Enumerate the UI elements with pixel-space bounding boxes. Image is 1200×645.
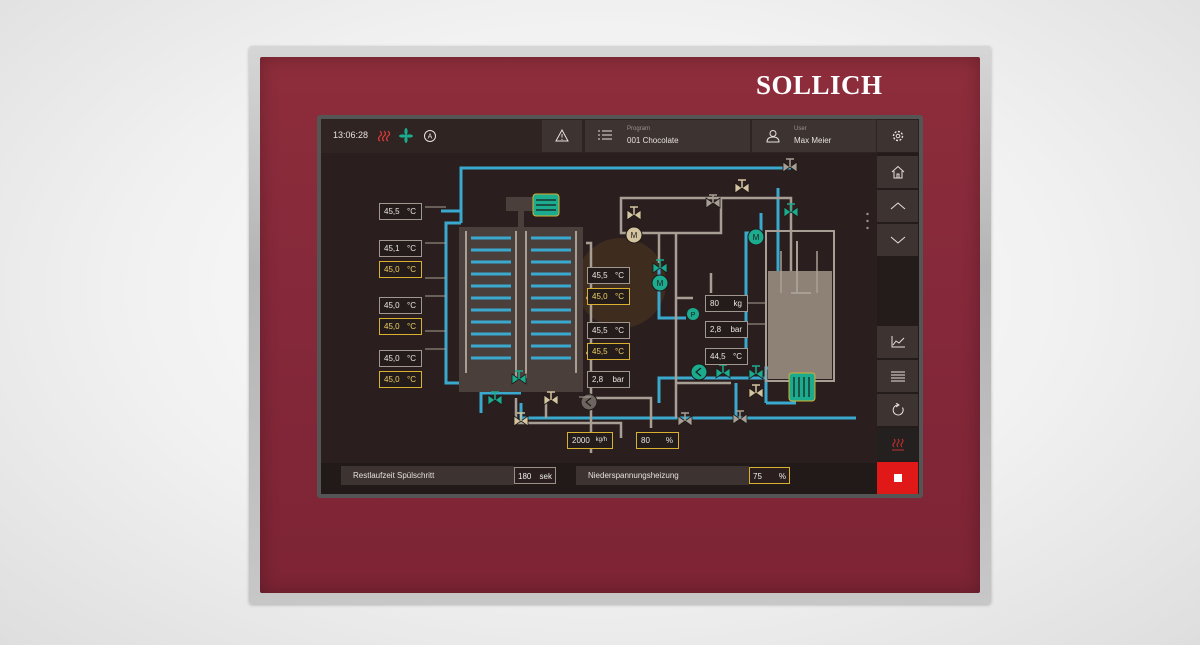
- stop-icon: [893, 474, 902, 482]
- motor-right: [788, 372, 816, 402]
- rinse-time-label: Restlaufzeit Spülschritt: [341, 466, 514, 485]
- scroll-down-button[interactable]: [877, 224, 918, 256]
- tank-motor: M: [747, 228, 765, 246]
- heating-button[interactable]: [877, 428, 918, 460]
- flow-rate[interactable]: 2000 kg/h: [567, 432, 613, 449]
- clock: 13:06:28: [333, 130, 369, 140]
- chevron-up-icon: [890, 202, 905, 210]
- temp-setpoint-2[interactable]: 45,0 °C: [379, 261, 422, 278]
- svg-text:A: A: [428, 134, 433, 141]
- menu-button[interactable]: [877, 360, 918, 392]
- temp-actual-3: 45,0 °C: [379, 297, 422, 314]
- user-icon: [766, 130, 780, 143]
- temp-actual-1: 45,5 °C: [379, 203, 422, 220]
- center-temp-actual-2: 45,5 °C: [587, 322, 630, 339]
- program-value: 001 Chocolate: [627, 136, 679, 145]
- pump-motor: M: [651, 274, 669, 292]
- reset-button[interactable]: [877, 394, 918, 426]
- home-icon: [891, 165, 904, 179]
- sensor-letter: P: [691, 312, 696, 319]
- temp-actual-4: 45,0 °C: [379, 350, 422, 367]
- auto-mode-icon: A: [424, 130, 436, 142]
- scroll-up-button[interactable]: [877, 190, 918, 222]
- tank-temperature: 44,5 °C: [705, 348, 748, 365]
- rinse-time-value: 180 sek: [514, 467, 556, 484]
- menu-icon: [890, 371, 905, 381]
- valve-icon[interactable]: [715, 364, 731, 379]
- warning-icon: [555, 129, 569, 142]
- valve-icon[interactable]: [677, 412, 693, 427]
- valve-icon[interactable]: [748, 384, 764, 399]
- settings-button[interactable]: [877, 120, 918, 152]
- center-temp-setpoint-1[interactable]: 45,0 °C: [587, 288, 630, 305]
- center-temp-actual-1: 45,5 °C: [587, 267, 630, 284]
- brand-logo: SOLLICH: [756, 70, 883, 100]
- valve-icon[interactable]: [626, 206, 642, 221]
- heating-icon: [377, 130, 391, 142]
- heat-icon: [891, 438, 904, 451]
- temp-actual-2: 45,1 °C: [379, 240, 422, 257]
- program-selector[interactable]: Program 001 Chocolate: [585, 120, 750, 152]
- temp-setpoint-4[interactable]: 45,0 °C: [379, 371, 422, 388]
- chart-icon: [891, 336, 905, 348]
- pump-grey: [580, 393, 598, 411]
- tank-pressure: 2,8 bar: [705, 321, 748, 338]
- exchanger-cap: [506, 197, 536, 211]
- valve-icon[interactable]: [734, 179, 750, 194]
- hmi-screen: 13:06:28 A Program 001 Chocolate User Ma…: [321, 119, 919, 494]
- user-value: Max Meier: [794, 136, 832, 145]
- pressure-sensor: P: [687, 308, 699, 320]
- valve-icon[interactable]: [782, 158, 798, 173]
- center-temp-setpoint-2[interactable]: 45,5 °C: [587, 343, 630, 360]
- motor-top: [532, 193, 560, 217]
- tank-weight: 80 kg: [705, 295, 748, 312]
- temp-setpoint-3[interactable]: 45,0 °C: [379, 318, 422, 335]
- motor-letter: M: [657, 279, 664, 288]
- fan-icon: [399, 128, 413, 143]
- mixer-motor: M: [625, 226, 643, 244]
- refresh-icon: [892, 403, 904, 416]
- motor-letter: M: [753, 233, 760, 242]
- program-label: Program: [627, 126, 651, 132]
- chevron-down-icon: [890, 236, 905, 244]
- alarm-button[interactable]: [542, 120, 582, 152]
- motor-letter: M: [631, 231, 638, 240]
- gear-icon: [892, 130, 903, 142]
- valve-opening[interactable]: 80%: [636, 432, 679, 449]
- exchanger-shaft: [518, 211, 524, 227]
- status-bar: 13:06:28 A Program 001 Chocolate User Ma…: [321, 119, 877, 153]
- stop-button[interactable]: [877, 462, 918, 494]
- heating-label: Niederspannungsheizung: [576, 466, 749, 485]
- trend-button[interactable]: [877, 326, 918, 358]
- user-label: User: [794, 126, 807, 132]
- heating-value[interactable]: 75%: [749, 467, 790, 484]
- pump-green: [690, 363, 708, 381]
- user-selector[interactable]: User Max Meier: [752, 120, 876, 152]
- center-pressure: 2,8 bar: [587, 371, 630, 388]
- valve-icon[interactable]: [543, 391, 559, 406]
- tank-fill: [768, 271, 832, 379]
- home-button[interactable]: [877, 156, 918, 188]
- list-icon: [598, 130, 612, 140]
